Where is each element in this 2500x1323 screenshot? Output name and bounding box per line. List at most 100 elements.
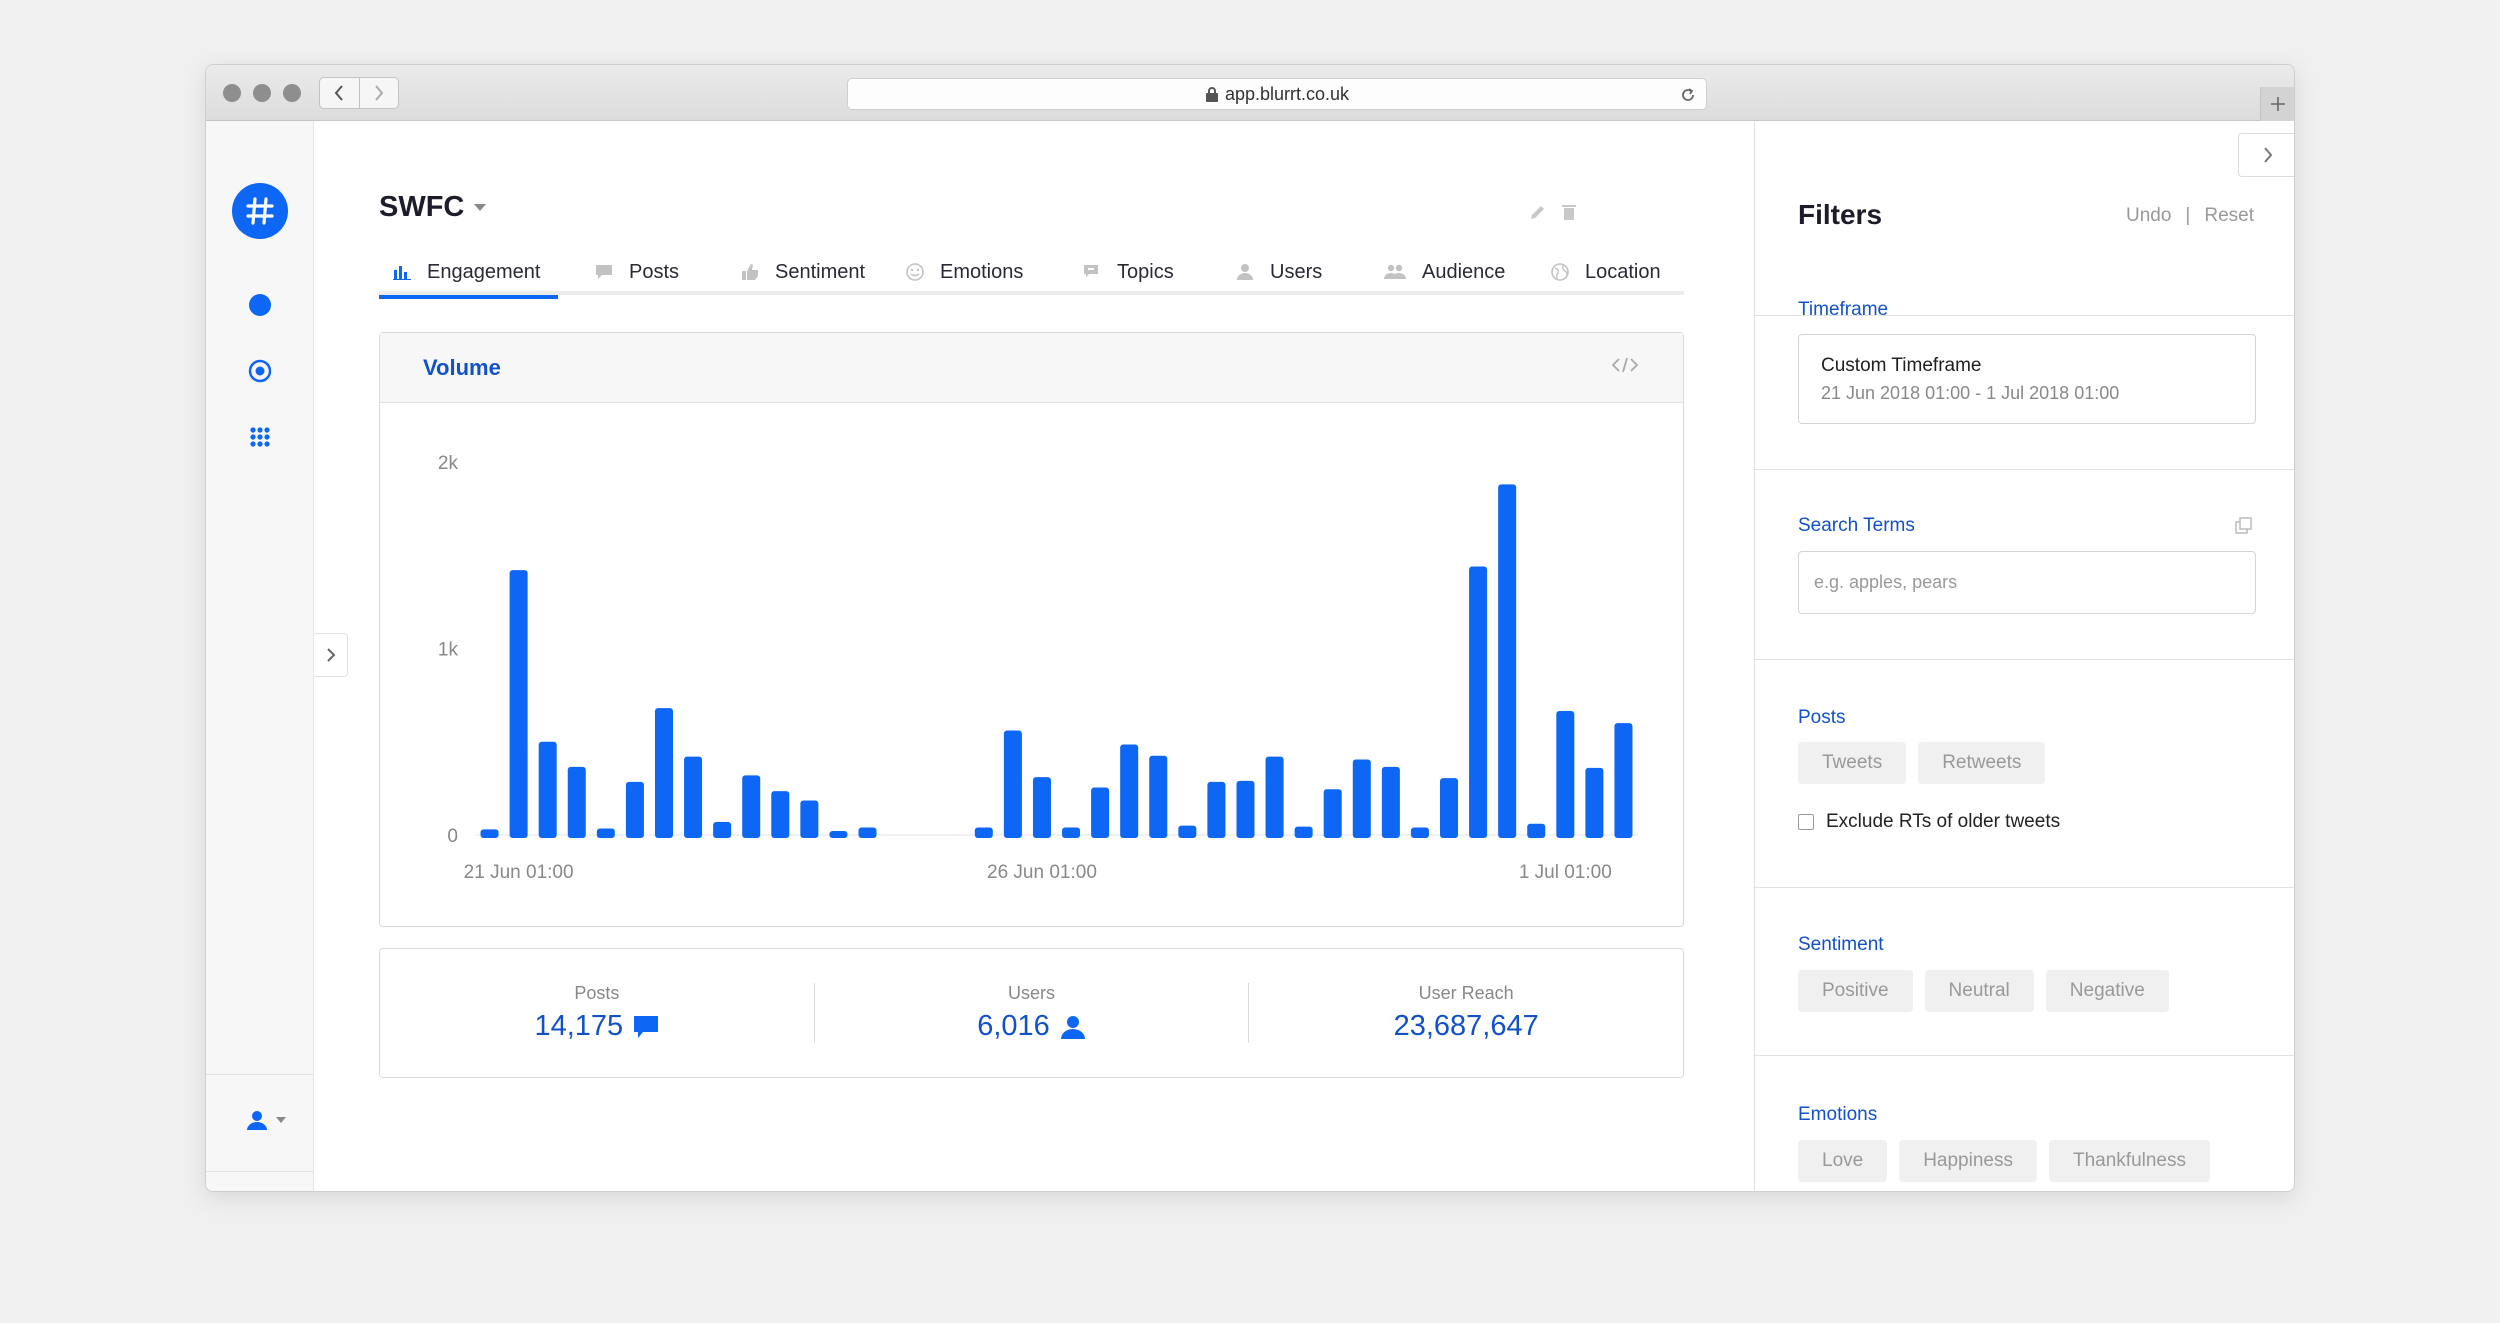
volume-bar[interactable] <box>1352 759 1371 838</box>
tab-emotions[interactable]: Emotions <box>906 249 1023 295</box>
volume-bar[interactable] <box>1381 766 1400 838</box>
volume-bar[interactable] <box>974 827 993 838</box>
volume-bar[interactable] <box>1032 777 1051 838</box>
minimize-window-button[interactable] <box>253 84 271 102</box>
browser-toolbar: app.blurrt.co.uk <box>206 65 2294 121</box>
volume-bar[interactable] <box>654 708 674 838</box>
volume-bar[interactable] <box>1469 566 1488 838</box>
exclude-rts-option[interactable]: Exclude RTs of older tweets <box>1798 811 2060 833</box>
volume-bar[interactable] <box>1207 781 1226 838</box>
card-title: Volume <box>423 354 501 380</box>
circle-icon[interactable] <box>248 293 272 317</box>
account-menu[interactable] <box>246 1109 286 1131</box>
timeframe-value: Custom Timeframe <box>1821 355 1982 376</box>
users-icon <box>1384 264 1406 279</box>
volume-bar[interactable] <box>684 756 703 838</box>
volume-bar[interactable] <box>1585 767 1604 838</box>
exclude-rts-checkbox[interactable] <box>1798 814 1814 830</box>
chip-love[interactable]: Love <box>1798 1140 1888 1182</box>
app-logo[interactable] <box>232 183 288 239</box>
comment-icon <box>634 1015 659 1038</box>
x-tick-label: 26 Jun 01:00 <box>987 862 1097 883</box>
stat-label: Users <box>1008 983 1056 1003</box>
chip-negative[interactable]: Negative <box>2045 970 2169 1012</box>
close-window-button[interactable] <box>223 84 241 102</box>
tab-users[interactable]: Users <box>1236 249 1322 295</box>
summary-stats: Posts 14,175 Users 6,016 User Reach 23,6… <box>379 948 1684 1078</box>
reset-button[interactable]: Reset <box>2204 205 2254 227</box>
volume-bar[interactable] <box>1178 825 1197 838</box>
main-content: SWFC Engagement Posts Sentiment Emotions <box>314 121 1754 1191</box>
chip-tweets[interactable]: Tweets <box>1798 742 1907 784</box>
user-icon <box>1237 264 1253 280</box>
user-icon <box>247 1111 267 1130</box>
embed-code-icon[interactable] <box>1611 357 1639 373</box>
sentiment-filter-label: Sentiment <box>1798 934 1884 955</box>
reload-icon[interactable] <box>1678 85 1698 105</box>
analysis-tabs: Engagement Posts Sentiment Emotions Topi… <box>379 249 1684 299</box>
volume-bar[interactable] <box>1323 789 1342 838</box>
volume-bar[interactable] <box>480 829 499 838</box>
volume-bar[interactable] <box>771 791 790 838</box>
volume-bar[interactable] <box>596 828 615 838</box>
volume-bar[interactable] <box>1149 755 1168 838</box>
chip-retweets[interactable]: Retweets <box>1918 742 2046 784</box>
chip-happiness[interactable]: Happiness <box>1899 1140 2037 1182</box>
timeframe-picker[interactable]: Custom Timeframe 21 Jun 2018 01:00 - 1 J… <box>1798 334 2256 424</box>
y-tick-label: 1k <box>438 640 459 661</box>
tab-posts[interactable]: Posts <box>595 249 679 295</box>
apps-grid-icon[interactable] <box>248 425 272 449</box>
volume-bar[interactable] <box>1062 827 1081 838</box>
forward-button[interactable] <box>358 78 399 108</box>
new-tab-button[interactable] <box>2260 87 2294 121</box>
volume-bar[interactable] <box>742 775 761 838</box>
back-button[interactable] <box>320 78 359 108</box>
sidebar-divider <box>206 1171 314 1172</box>
volume-bar[interactable] <box>800 800 819 838</box>
target-icon[interactable] <box>248 359 272 383</box>
url-text: app.blurrt.co.uk <box>1224 83 1350 104</box>
pencil-icon[interactable] <box>1529 203 1547 221</box>
zoom-window-button[interactable] <box>283 84 301 102</box>
volume-bar[interactable] <box>858 827 877 838</box>
volume-bar[interactable] <box>1294 826 1313 838</box>
tab-sentiment[interactable]: Sentiment <box>741 249 865 295</box>
volume-bar[interactable] <box>1265 756 1284 838</box>
volume-bar[interactable] <box>1439 778 1459 838</box>
volume-bar[interactable] <box>1556 710 1575 838</box>
stat-user-reach: User Reach 23,687,647 <box>1248 983 1683 1043</box>
collapse-filters-button[interactable] <box>2238 133 2294 177</box>
project-selector[interactable]: SWFC <box>379 191 487 224</box>
volume-bar[interactable] <box>1614 723 1633 838</box>
trash-icon[interactable] <box>1561 203 1577 221</box>
address-bar[interactable]: app.blurrt.co.uk <box>847 78 1707 110</box>
bar-chart-icon <box>393 266 411 280</box>
volume-bar[interactable] <box>713 821 732 838</box>
volume-bar[interactable] <box>509 570 528 838</box>
smiley-icon <box>906 263 924 281</box>
volume-bar[interactable] <box>1120 744 1139 838</box>
chip-thankfulness[interactable]: Thankfulness <box>2048 1140 2210 1182</box>
volume-bar[interactable] <box>538 741 557 838</box>
copy-icon[interactable] <box>2235 517 2253 535</box>
sentiment-options: Positive Neutral Negative <box>1798 970 2169 1012</box>
volume-bar[interactable] <box>1236 780 1255 838</box>
volume-bar[interactable] <box>829 831 848 838</box>
tab-audience[interactable]: Audience <box>1384 249 1505 295</box>
volume-bar[interactable] <box>1527 823 1546 838</box>
volume-bar[interactable] <box>1498 484 1517 838</box>
volume-bar[interactable] <box>567 766 586 838</box>
timeframe-label: Timeframe <box>1798 299 1889 320</box>
chip-neutral[interactable]: Neutral <box>1924 970 2034 1012</box>
tab-location[interactable]: Location <box>1551 249 1661 295</box>
volume-bar[interactable] <box>1410 827 1429 838</box>
volume-bar[interactable] <box>625 781 644 838</box>
search-terms-input[interactable] <box>1798 551 2256 614</box>
volume-bar[interactable] <box>1091 787 1110 838</box>
section-divider <box>1755 659 2294 660</box>
volume-bar[interactable] <box>1003 730 1022 838</box>
chip-positive[interactable]: Positive <box>1798 970 1913 1012</box>
undo-button[interactable]: Undo <box>2126 205 2171 227</box>
tab-topics[interactable]: Topics <box>1083 249 1174 295</box>
tab-engagement[interactable]: Engagement <box>379 249 558 299</box>
